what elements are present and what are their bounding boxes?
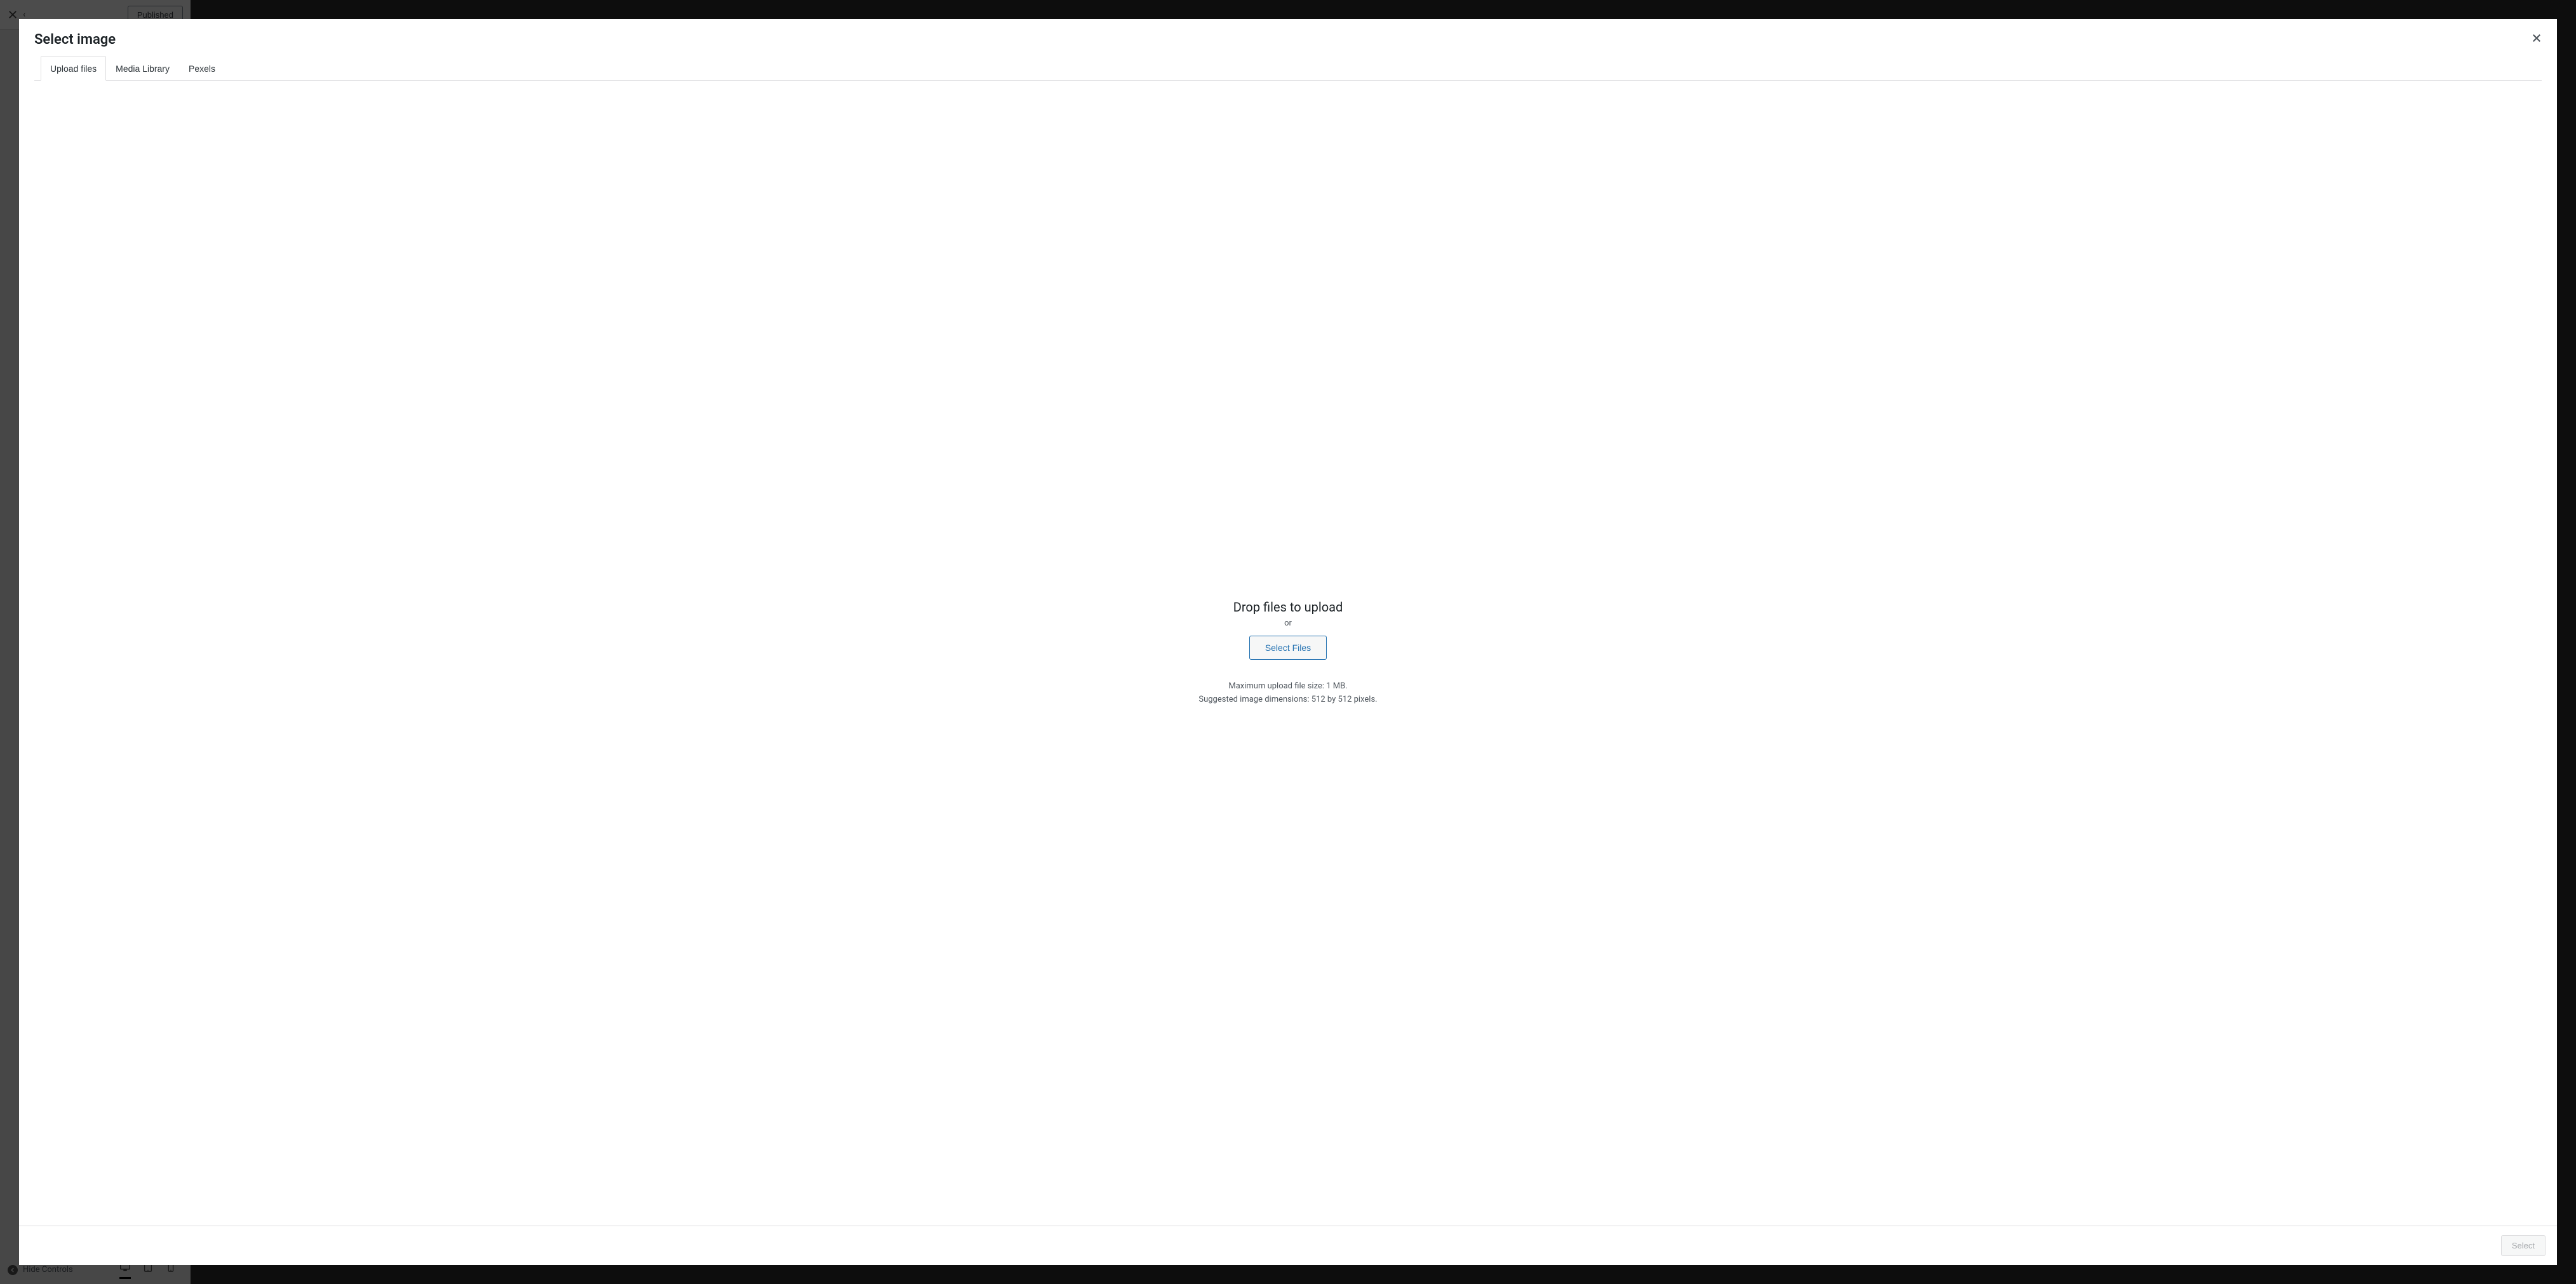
modal-footer: Select xyxy=(19,1226,2557,1265)
modal-title: Select image xyxy=(34,32,2542,48)
media-modal: Select image Upload files Media Library … xyxy=(19,19,2557,1265)
select-button[interactable]: Select xyxy=(2501,1235,2546,1256)
drop-title: Drop files to upload xyxy=(1233,599,1343,615)
upload-dropzone[interactable]: Drop files to upload or Select Files Max… xyxy=(19,81,2557,1226)
upload-info: Maximum upload file size: 1 MB. Suggeste… xyxy=(1198,680,1377,707)
select-files-button[interactable]: Select Files xyxy=(1249,636,1327,660)
tab-pexels[interactable]: Pexels xyxy=(179,57,225,81)
modal-overlay: Select image Upload files Media Library … xyxy=(0,0,2576,1284)
tab-upload-files[interactable]: Upload files xyxy=(41,57,106,81)
modal-tabs: Upload files Media Library Pexels xyxy=(34,57,2542,81)
max-file-size-text: Maximum upload file size: 1 MB. xyxy=(1198,680,1377,693)
drop-or-text: or xyxy=(1284,619,1292,628)
modal-header: Select image Upload files Media Library … xyxy=(19,19,2557,81)
tab-media-library[interactable]: Media Library xyxy=(106,57,179,81)
suggested-dimensions-text: Suggested image dimensions: 512 by 512 p… xyxy=(1198,693,1377,707)
modal-close-button[interactable] xyxy=(2525,27,2548,50)
